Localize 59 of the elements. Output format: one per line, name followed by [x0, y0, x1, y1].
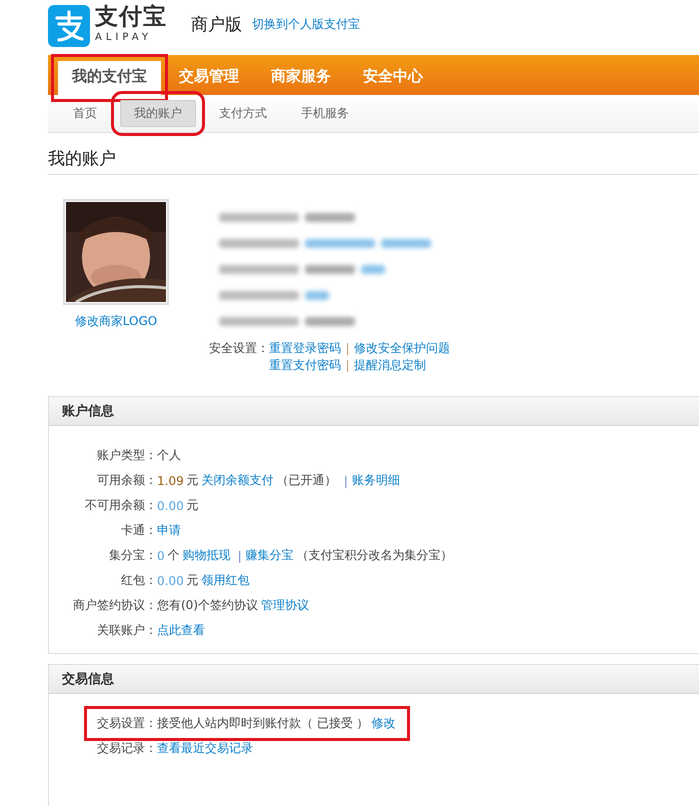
- field-label: 卡通：: [120, 522, 157, 539]
- nav-tab[interactable]: 我的支付宝: [58, 61, 161, 95]
- value-text: 元: [186, 572, 199, 589]
- panel-title: 交易信息: [62, 670, 114, 688]
- value-text: 元: [186, 497, 199, 514]
- separator: |: [344, 474, 348, 488]
- sub-nav-tab[interactable]: 首页: [62, 101, 108, 126]
- sub-nav-tab[interactable]: 手机服务: [290, 101, 360, 126]
- field-label: 安全设置：: [209, 340, 269, 357]
- blurred-value: [305, 212, 355, 222]
- field-label: 商户签约协议：: [72, 597, 157, 614]
- amount-text: 0.00: [157, 498, 184, 512]
- value-text: 您有(0)个签约协议: [157, 597, 258, 614]
- nav-tab[interactable]: 交易管理: [165, 61, 253, 95]
- field-label: 交易设置：: [96, 715, 157, 732]
- security-link[interactable]: 重置登录密码: [269, 340, 341, 357]
- page-title: 我的账户: [48, 149, 117, 171]
- change-logo-link[interactable]: 修改商家LOGO: [74, 313, 158, 330]
- panel-title: 账户信息: [62, 402, 114, 420]
- field-label: 不可用余额：: [84, 497, 157, 514]
- field-label: 关联账户：: [96, 622, 157, 639]
- link[interactable]: 管理协议: [261, 597, 309, 614]
- blurred-value: [305, 316, 355, 326]
- link[interactable]: 购物抵现: [182, 547, 231, 564]
- link[interactable]: 赚集分宝: [246, 547, 294, 564]
- field-label: 红包：: [120, 572, 157, 589]
- security-link[interactable]: 提醒消息定制: [354, 357, 426, 374]
- blurred-value: [305, 264, 355, 274]
- link[interactable]: 修改: [372, 715, 396, 732]
- field-label: 集分宝：: [108, 547, 157, 564]
- link[interactable]: 领用红包: [202, 572, 250, 589]
- amount-text: 0: [157, 548, 165, 562]
- link[interactable]: 关闭余额支付: [202, 472, 274, 489]
- security-link[interactable]: 重置支付密码: [269, 357, 341, 374]
- value-text: （支付宝积分改名为集分宝）: [296, 547, 453, 564]
- amount-text: 0.00: [157, 574, 184, 588]
- separator: |: [238, 548, 242, 562]
- value-text: 接受他人站内即时到账付款（ 已接受 ）: [157, 715, 369, 732]
- field-label: 可用余额：: [96, 472, 157, 489]
- switch-link[interactable]: 切换到个人版支付宝: [252, 16, 360, 33]
- field-label: 账户类型：: [96, 447, 157, 464]
- brand-subtitle: ALIPAY: [95, 33, 153, 43]
- amount-text: 1.09: [157, 474, 184, 488]
- link[interactable]: 查看最近交易记录: [157, 740, 253, 757]
- link[interactable]: 账务明细: [352, 472, 400, 489]
- value-text: 元: [186, 472, 199, 489]
- value-text: 个人: [157, 447, 181, 464]
- nav-tab[interactable]: 安全中心: [349, 61, 437, 95]
- edition-title: 商户版: [191, 14, 242, 36]
- sub-nav-tab[interactable]: 支付方式: [208, 101, 278, 126]
- field-label: 交易记录：: [96, 740, 157, 757]
- security-link[interactable]: 修改安全保护问题: [354, 340, 450, 357]
- link[interactable]: 申请: [157, 522, 181, 539]
- nav-tab[interactable]: 商家服务: [257, 61, 345, 95]
- alipay-logo-icon: [48, 5, 90, 47]
- value-text: 个: [168, 547, 180, 564]
- brand-name: 支付宝: [95, 6, 167, 29]
- link[interactable]: 点此查看: [157, 622, 205, 639]
- value-text: （已开通）: [276, 472, 337, 489]
